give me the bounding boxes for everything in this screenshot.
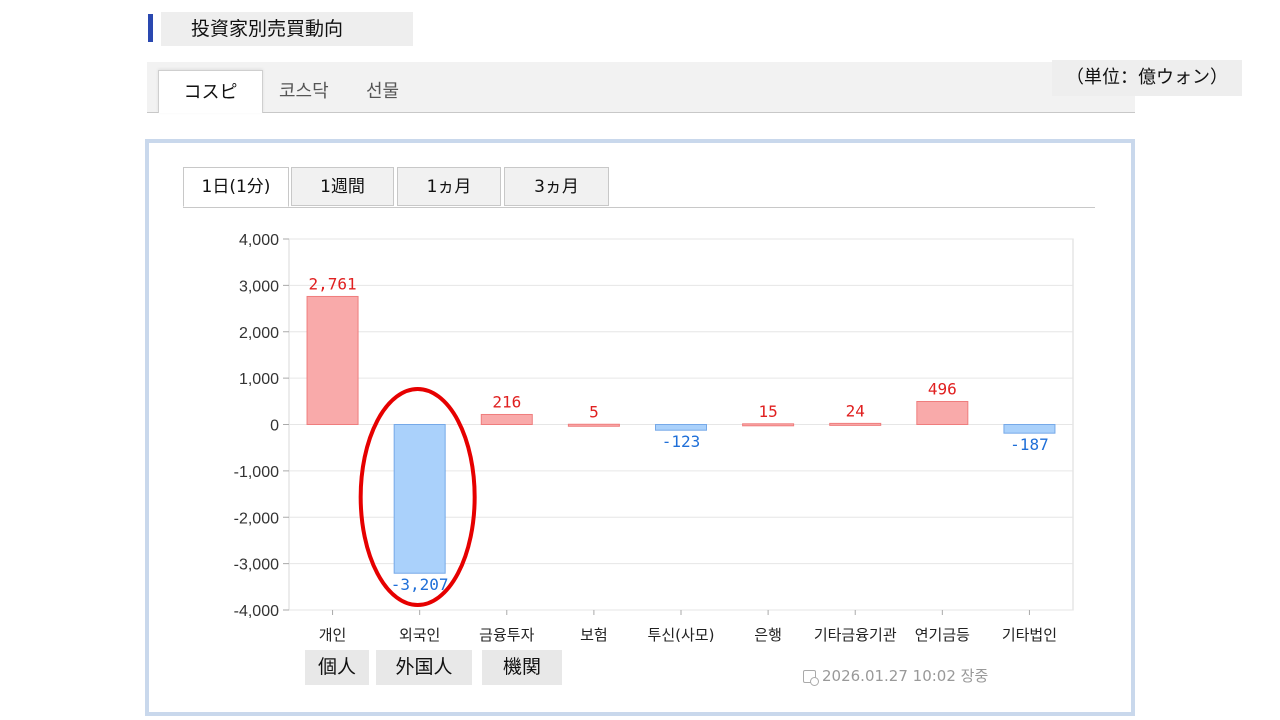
x-tick-label: 기타금융기관: [814, 626, 897, 644]
x-tick-label: 기타법인: [1002, 626, 1057, 644]
x-tick-label: 외국인: [399, 626, 440, 644]
data-label: 15: [758, 402, 777, 421]
y-tick-label: -2,000: [234, 510, 279, 527]
x-tick-label: 금융투자: [479, 626, 534, 644]
y-tick-label: 2,000: [239, 325, 279, 342]
label-individual: 個人: [305, 650, 369, 685]
data-label: -3,207: [391, 575, 449, 594]
bar: [742, 423, 795, 427]
calendar-clock-icon: [803, 670, 819, 686]
label-foreign: 外国人: [376, 650, 472, 685]
bar: [567, 423, 620, 427]
x-tick-label: 개인: [319, 626, 347, 644]
y-tick-label: -1,000: [234, 464, 279, 481]
x-tick-label: 은행: [754, 626, 782, 644]
x-tick-label: 보험: [580, 626, 608, 644]
bar: [829, 422, 882, 426]
data-label: -187: [1010, 435, 1049, 454]
y-tick-label: 3,000: [239, 278, 279, 295]
bar: [916, 400, 969, 425]
data-label: 496: [928, 379, 957, 398]
data-label: 216: [492, 392, 521, 411]
investor-bar-chart: 4,000 3,000 2,000 1,000 0 -1,000 -2,000 -3,000 -…: [234, 232, 1074, 644]
y-tick-label: 1,000: [239, 371, 279, 388]
y-tick-label: -3,000: [234, 557, 279, 574]
label-institution: 機関: [482, 650, 562, 685]
y-tick-label: -4,000: [234, 603, 279, 620]
bar: [655, 424, 707, 431]
y-tick-label: 4,000: [239, 232, 279, 249]
timestamp-text: 2026.01.27 10:02 장중: [822, 667, 989, 685]
data-label: -123: [662, 432, 701, 451]
timestamp: 2026.01.27 10:02 장중: [803, 666, 988, 686]
x-tick-label: 연기금등: [915, 626, 970, 644]
bar: [1003, 424, 1056, 434]
data-label: 5: [589, 402, 599, 421]
bar: [393, 424, 446, 574]
data-label: 24: [846, 401, 865, 420]
y-tick-label: 0: [270, 418, 279, 435]
x-tick-label: 투신(사모): [648, 626, 715, 644]
bar: [306, 295, 359, 425]
bar: [480, 413, 533, 426]
data-label: 2,761: [308, 274, 356, 293]
